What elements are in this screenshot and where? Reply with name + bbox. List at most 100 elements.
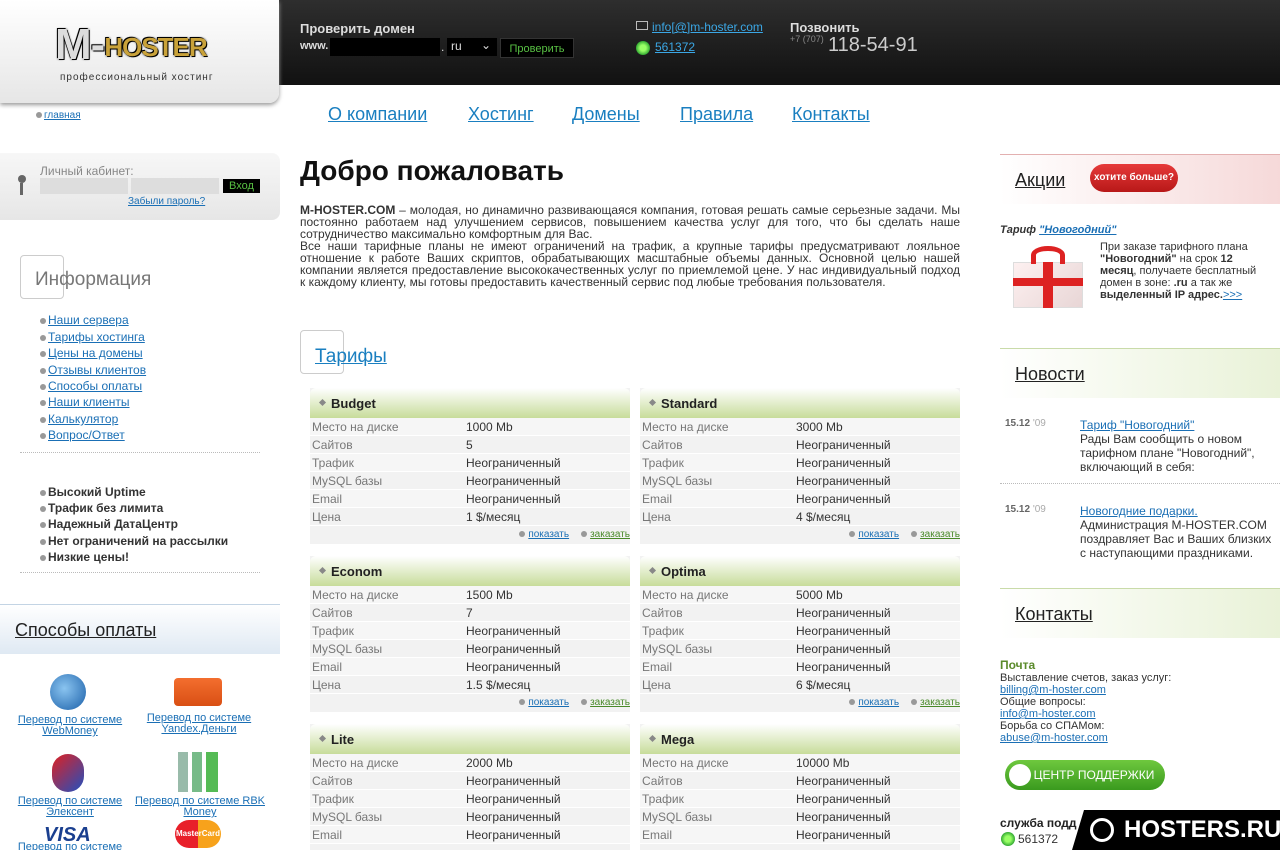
mastercard-icon: MasterCard (175, 820, 221, 848)
plan-name: Mega (640, 724, 960, 754)
contacts-list: Выставление счетов, заказ услуг: billing… (1000, 672, 1172, 744)
nav-hosting[interactable]: Хостинг (468, 104, 534, 125)
yandex-money-icon (174, 678, 222, 706)
pay-yandex[interactable]: Перевод по системе Yandex.Деньги (140, 713, 258, 735)
promo-header: Акции хотите больше? (1000, 154, 1280, 204)
plan-name: Budget (310, 388, 630, 418)
webmoney-icon (50, 674, 86, 710)
pay-webmoney[interactable]: Перевод по системе WebMoney (10, 715, 130, 737)
plan-standard: Standard Место на диске 3000 Mb Сайтов Нео… (640, 388, 960, 544)
gift-icon (1005, 240, 1093, 312)
order-button[interactable]: заказать (581, 697, 630, 708)
info-link-clients[interactable]: Наши клиенты (40, 395, 130, 409)
icq-icon (1001, 832, 1015, 846)
info-title: Информация (35, 269, 152, 290)
nav-domains[interactable]: Домены (572, 104, 640, 125)
support-center-button[interactable]: ЦЕНТР ПОДДЕРЖКИ (1005, 760, 1165, 790)
info-link-reviews[interactable]: Отзывы клиентов (40, 363, 146, 377)
logo[interactable]: M-HOSTER профессиональный хостинг (0, 0, 279, 103)
pay-cards-partial[interactable]: Перевод по системе (10, 842, 130, 850)
login-username-input[interactable] (40, 178, 128, 194)
check-domain-button[interactable]: Проверить (500, 38, 574, 58)
order-button[interactable]: заказать (911, 529, 960, 540)
plan-name: Standard (640, 388, 960, 418)
news-item-text: Рады Вам сообщить о новом тарифном плане… (1080, 432, 1255, 474)
order-button[interactable]: заказать (911, 697, 960, 708)
plan-name: Optima (640, 556, 960, 586)
show-button[interactable]: показать (519, 529, 569, 540)
info-link-servers[interactable]: Наши сервера (40, 313, 129, 327)
feature-prices: Низкие цены! (40, 550, 129, 564)
promo-text: При заказе тарифного плана "Новогодний" … (1100, 241, 1257, 301)
top-icq-link[interactable]: 561372 (655, 40, 695, 54)
login-password-input[interactable] (131, 178, 219, 194)
news-item-text: Администрация M-HOSTER.COM поздравляет В… (1080, 518, 1272, 560)
rbk-money-icon (178, 752, 218, 792)
plan-econom: Econom Место на диске 1500 Mb Сайтов 7 Тра… (310, 556, 630, 712)
support-icq: 561372 (1018, 832, 1059, 846)
phone-number: 118-54-91 (828, 34, 918, 56)
news-header: Новости (1000, 348, 1280, 398)
forgot-password-link[interactable]: Забыли пароль? (128, 196, 205, 207)
pay-elexnet[interactable]: Перевод по системе Элексент (10, 796, 130, 818)
zone-select[interactable]: ru ⌄ (447, 38, 497, 56)
phone-label: Позвонить (790, 20, 860, 35)
welcome-text: M-HOSTER.COM – молодая, но динамично раз… (300, 203, 960, 289)
nav-contacts[interactable]: Контакты (792, 104, 870, 125)
welcome-paragraph-2: Все наши тарифные планы не имеют огранич… (300, 239, 960, 289)
info-link-tariffs[interactable]: Тарифы хостинга (40, 330, 145, 344)
plan-name: Econom (310, 556, 630, 586)
abuse-email-link[interactable]: abuse@m-hoster.com (1000, 732, 1108, 744)
show-button[interactable]: показать (849, 529, 899, 540)
elexnet-icon (52, 754, 84, 792)
search-icon (1090, 818, 1114, 842)
news-item-title[interactable]: Тариф "Новогодний" (1080, 418, 1194, 432)
promo-more-link[interactable]: >>> (1223, 289, 1242, 301)
contacts-title: Контакты (1015, 604, 1093, 624)
domain-input[interactable] (330, 38, 440, 56)
support-icon (1009, 764, 1031, 786)
general-email-link[interactable]: info@m-hoster.com (1000, 708, 1096, 720)
payment-title: Способы оплаты (15, 620, 157, 640)
info-link-payment[interactable]: Способы оплаты (40, 379, 142, 393)
feature-traffic: Трафик без лимита (40, 501, 163, 515)
info-link-calculator[interactable]: Калькулятор (40, 412, 118, 426)
order-button[interactable]: заказать (581, 529, 630, 540)
key-icon (18, 175, 26, 195)
promo-tariff: Тариф "Новогодний" (1000, 224, 1117, 236)
plan-name: Lite (310, 724, 630, 754)
login-button[interactable]: Вход (223, 179, 260, 193)
logo-subtitle: профессиональный хостинг (60, 72, 214, 83)
domain-prefix: www. (300, 40, 329, 52)
icq-icon (636, 41, 650, 55)
show-button[interactable]: показать (519, 697, 569, 708)
tariffs-title[interactable]: Тарифы (315, 346, 387, 368)
plan-mega: Mega Место на диске 10000 Mb Сайтов Неогра… (640, 724, 960, 850)
plan-lite: Lite Место на диске 2000 Mb Сайтов Неогран… (310, 724, 630, 850)
chevron-down-icon: ⌄ (480, 38, 491, 52)
mail-icon (636, 21, 648, 30)
welcome-title: Добро пожаловать (300, 155, 564, 186)
feature-mailing: Нет ограничений на рассылки (40, 534, 228, 548)
mail-label: Почта (1000, 658, 1036, 672)
breadcrumb-home[interactable]: главная (36, 110, 81, 121)
payment-header: Способы оплаты (0, 604, 280, 654)
news-item-title[interactable]: Новогодние подарки. (1080, 504, 1198, 518)
feature-datacenter: Надежный ДатаЦентр (40, 517, 178, 531)
info-link-domain-prices[interactable]: Цены на домены (40, 346, 143, 360)
promo-tariff-link[interactable]: "Новогодний" (1039, 224, 1116, 236)
domain-check-label: Проверить домен (300, 21, 415, 36)
show-button[interactable]: показать (849, 697, 899, 708)
pay-rbk[interactable]: Перевод по системе RBK Money (130, 796, 270, 818)
nav-rules[interactable]: Правила (680, 104, 753, 125)
service-label: служба подд (1000, 816, 1077, 830)
news-title: Новости (1015, 364, 1085, 384)
plan-optima: Optima Место на диске 5000 Mb Сайтов Неогр… (640, 556, 960, 712)
info-link-faq[interactable]: Вопрос/Ответ (40, 428, 125, 442)
phone-code: +7 (707) (790, 34, 824, 44)
contacts-header: Контакты (1000, 588, 1280, 638)
top-email-link[interactable]: info[@]m-hoster.com (652, 20, 763, 34)
billing-email-link[interactable]: billing@m-hoster.com (1000, 684, 1106, 696)
nav-about[interactable]: О компании (328, 104, 427, 125)
promo-badge[interactable]: хотите больше? (1090, 164, 1178, 192)
